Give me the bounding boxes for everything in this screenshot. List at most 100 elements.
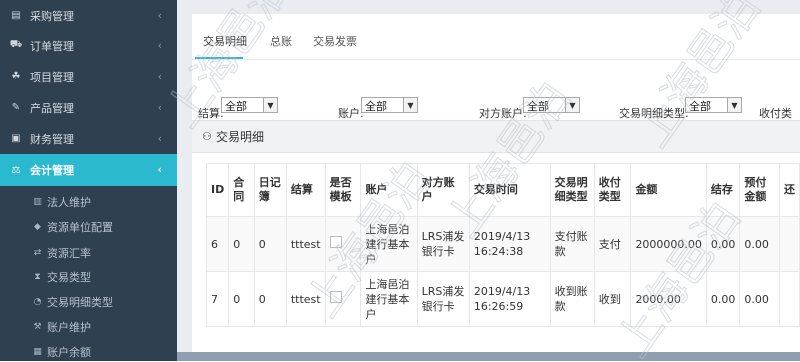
sidebar-item-label: 采购管理 xyxy=(30,9,74,23)
col-header-contract[interactable]: 合同 xyxy=(228,163,255,217)
detail-type-select[interactable]: 全部 ▼ xyxy=(685,97,742,113)
col-header-id[interactable]: ID xyxy=(205,163,230,217)
cell-account: 上海邑泊建行基本户 xyxy=(360,271,418,327)
diamond-icon: ◆ xyxy=(34,222,41,232)
cell-id: 7 xyxy=(205,271,230,327)
table-row[interactable]: 6 0 0 tttest 上海邑泊建行基本户 LRS浦发银行卡 2019/4/1… xyxy=(205,216,800,272)
dropdown-arrow-icon: ▼ xyxy=(263,98,277,112)
active-tab-indicator xyxy=(195,57,243,59)
sidebar-item-orders[interactable]: ⛟ 订单管理 ‹ xyxy=(0,30,177,61)
sidebar-item-purchase[interactable]: ▤ 采购管理 ‹ xyxy=(0,0,177,31)
bottom-bar xyxy=(177,352,800,361)
sub-item-label: 账户余额 xyxy=(47,346,91,359)
sub-item-account-balance[interactable]: ▦ 账户余额 xyxy=(0,342,177,362)
select-value: 全部 xyxy=(689,100,711,113)
cell-pay-type: 支付 xyxy=(593,216,632,272)
sidebar-item-label: 财务管理 xyxy=(30,132,74,146)
sub-item-trade-detail-type[interactable]: ◔ 交易明细类型 xyxy=(0,292,177,312)
chevron-left-icon: ‹ xyxy=(157,101,162,114)
col-header-time[interactable]: 交易时间 xyxy=(468,163,551,217)
sidebar-item-accounting[interactable]: ⚖ 会计管理 ‹ xyxy=(0,154,177,186)
chevron-left-icon: ‹ xyxy=(157,39,162,52)
col-header-balance[interactable]: 结存 xyxy=(705,163,741,217)
chevron-left-icon: ‹ xyxy=(157,70,162,83)
sub-item-trade-type[interactable]: ⧗ 交易类型 xyxy=(0,267,177,287)
col-header-is-template[interactable]: 是否模板 xyxy=(324,163,362,217)
cell-is-template xyxy=(324,216,362,272)
tab-trade-invoice[interactable]: 交易发票 xyxy=(313,33,357,49)
account-select[interactable]: 全部 ▼ xyxy=(361,97,418,113)
col-header-counter-account[interactable]: 对方账户 xyxy=(416,163,470,217)
dropdown-arrow-icon: ▼ xyxy=(727,98,741,112)
user-icon: ⚇ xyxy=(202,130,212,143)
sidebar-item-label: 订单管理 xyxy=(30,39,74,53)
col-header-detail-type[interactable]: 交易明细类型 xyxy=(549,163,595,217)
col-header-pay-type[interactable]: 收付类型 xyxy=(593,163,632,217)
cell-id: 6 xyxy=(205,216,230,272)
counter-account-select[interactable]: 全部 ▼ xyxy=(523,97,580,113)
cell-more xyxy=(778,216,800,272)
col-header-settlement[interactable]: 结算 xyxy=(285,163,326,217)
cell-detail-type: 收到账款 xyxy=(549,271,595,327)
sidebar-item-label: 项目管理 xyxy=(30,70,74,84)
sub-item-legal-entity[interactable]: ▥ 法人维护 xyxy=(0,192,177,212)
cell-amount: 2000.00 xyxy=(630,271,707,327)
sub-item-label: 交易明细类型 xyxy=(47,296,113,309)
content-panel: 交易明细 总账 交易发票 结算: 全部 ▼ 账户: 全部 ▼ 对方账户: 全部 … xyxy=(192,14,800,361)
scale-icon: ⚖ xyxy=(11,164,21,176)
col-header-amount[interactable]: 金额 xyxy=(630,163,707,217)
cell-amount: 2000000.00 xyxy=(630,216,707,272)
cell-more xyxy=(778,271,800,327)
select-value: 全部 xyxy=(225,100,247,113)
cell-pay-type: 收到 xyxy=(593,271,632,327)
settlement-select[interactable]: 全部 ▼ xyxy=(221,97,278,113)
section-title: 交易明细 xyxy=(216,130,265,144)
filter-label-counter-account: 对方账户: xyxy=(479,107,527,120)
sidebar: ▤ 采购管理 ‹ ⛟ 订单管理 ‹ ☘ 项目管理 ‹ ✎ 产品管理 ‹ ▣ 财务… xyxy=(0,0,177,361)
cell-account: 上海邑泊建行基本户 xyxy=(360,216,418,272)
dropdown-arrow-icon: ▼ xyxy=(403,98,417,112)
col-header-journal[interactable]: 日记簿 xyxy=(253,163,287,217)
chevron-left-icon: ‹ xyxy=(157,132,162,145)
template-checkbox[interactable] xyxy=(329,236,342,248)
template-checkbox[interactable] xyxy=(329,291,342,303)
sub-item-resource-unit[interactable]: ◆ 资源单位配置 xyxy=(0,217,177,237)
select-value: 全部 xyxy=(365,100,387,113)
select-value: 全部 xyxy=(527,100,549,113)
cell-time: 2019/4/13 16:24:38 xyxy=(468,216,551,272)
sub-item-exchange-rate[interactable]: ⇄ 资源汇率 xyxy=(0,243,177,263)
sidebar-item-label: 产品管理 xyxy=(30,101,74,115)
cart-icon: ⛟ xyxy=(9,39,23,50)
filter-label-detail-type: 交易明细类型: xyxy=(619,107,689,120)
chart-icon: ◔ xyxy=(33,297,42,307)
cell-counter-account: LRS浦发银行卡 xyxy=(416,216,470,272)
tab-ledger[interactable]: 总账 xyxy=(270,33,292,49)
sub-item-label: 交易类型 xyxy=(47,271,91,284)
sub-item-label: 资源汇率 xyxy=(47,247,91,260)
sub-item-label: 账户维护 xyxy=(47,321,91,334)
filter-label-settlement: 结算: xyxy=(198,107,224,120)
cell-balance: 0.00 xyxy=(705,216,741,272)
cell-journal: 0 xyxy=(253,216,287,272)
cell-time: 2019/4/13 16:26:59 xyxy=(468,271,551,327)
sidebar-item-projects[interactable]: ☘ 项目管理 ‹ xyxy=(0,61,177,92)
hourglass-icon: ⧗ xyxy=(34,272,41,282)
cell-balance: 0.00 xyxy=(705,271,741,327)
chevron-left-icon: ‹ xyxy=(157,9,162,22)
sub-item-account-maintenance[interactable]: ⚒ 账户维护 xyxy=(0,317,177,337)
sidebar-item-products[interactable]: ✎ 产品管理 ‹ xyxy=(0,92,177,123)
cell-contract: 0 xyxy=(228,271,255,327)
chevron-down-icon: ‹ xyxy=(157,163,162,176)
sub-item-label: 资源单位配置 xyxy=(47,221,113,234)
balance-icon: ▦ xyxy=(33,347,42,357)
cell-detail-type: 支付账款 xyxy=(549,216,595,272)
tab-trade-detail[interactable]: 交易明细 xyxy=(203,33,247,49)
col-header-account[interactable]: 账户 xyxy=(360,163,418,217)
col-header-more[interactable]: 还 xyxy=(778,163,800,217)
col-header-prepaid[interactable]: 预付金额 xyxy=(739,163,780,217)
cell-is-template xyxy=(324,271,362,327)
table-row[interactable]: 7 0 0 tttest 上海邑泊建行基本户 LRS浦发银行卡 2019/4/1… xyxy=(205,271,800,327)
sidebar-item-finance[interactable]: ▣ 财务管理 ‹ xyxy=(0,123,177,154)
bank-icon: ▥ xyxy=(33,197,42,207)
gavel-icon: ⚒ xyxy=(33,322,42,332)
